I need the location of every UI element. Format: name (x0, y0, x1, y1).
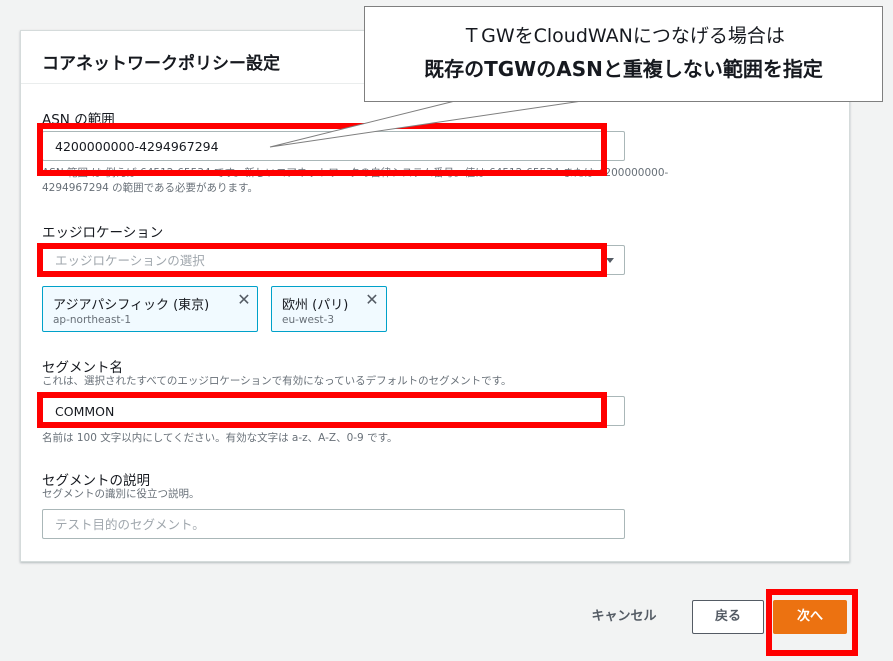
callout-line-1: ＴGWをCloudWANにつなげる場合は (462, 25, 785, 47)
next-button[interactable]: 次へ (773, 600, 847, 634)
callout-line-2: 既存のTGWのASNと重複しない範囲を指定 (424, 57, 823, 81)
annotation-callout: ＴGWをCloudWANにつなげる場合は 既存のTGWのASNと重複しない範囲を… (364, 6, 883, 102)
back-button[interactable]: 戻る (692, 600, 764, 634)
cancel-button[interactable]: キャンセル (577, 600, 671, 634)
